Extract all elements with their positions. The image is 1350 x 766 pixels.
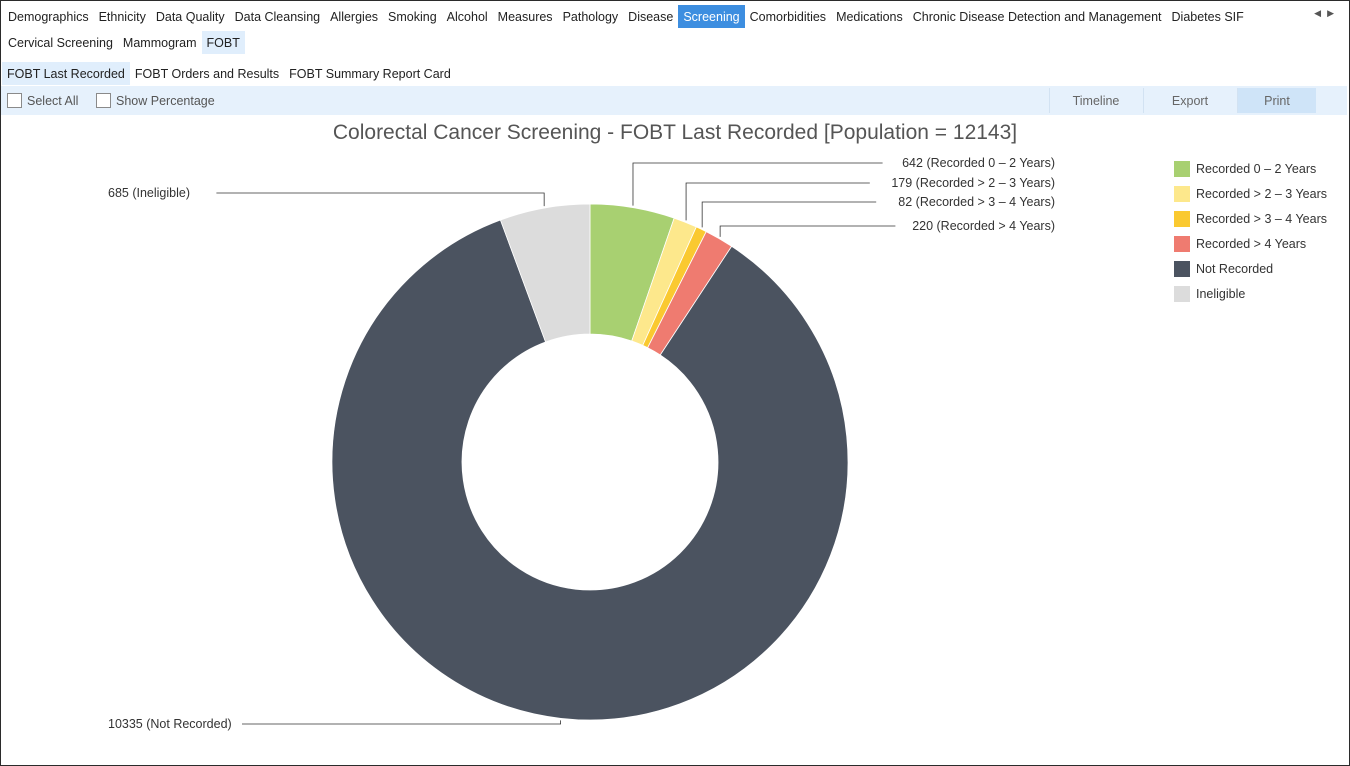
legend-item[interactable]: Recorded 0 – 2 Years [1174, 156, 1327, 181]
legend-label: Recorded 0 – 2 Years [1196, 161, 1317, 176]
legend-label: Recorded > 3 – 4 Years [1196, 211, 1327, 226]
legend-swatch [1174, 210, 1190, 227]
legend-item[interactable]: Recorded > 2 – 3 Years [1174, 181, 1327, 206]
legend-item[interactable]: Ineligible [1174, 281, 1327, 306]
data-label: 10335 (Not Recorded) [108, 717, 232, 731]
donut-chart: 642 (Recorded 0 – 2 Years) 179 (Recorded … [108, 156, 1055, 731]
legend-swatch [1174, 285, 1190, 302]
leader-line [216, 192, 545, 207]
chart-legend: Recorded 0 – 2 Years Recorded > 2 – 3 Yea… [1174, 156, 1327, 306]
legend-label: Recorded > 4 Years [1196, 236, 1307, 251]
legend-label: Recorded > 2 – 3 Years [1196, 186, 1327, 201]
legend-swatch [1174, 160, 1190, 177]
legend-swatch [1174, 235, 1190, 252]
data-label: 179 (Recorded > 2 – 3 Years) [891, 176, 1055, 190]
leader-line [632, 162, 883, 206]
leader-line [242, 720, 562, 725]
data-label: 220 (Recorded > 4 Years) [912, 219, 1055, 233]
leader-line [719, 225, 896, 237]
legend-item[interactable]: Recorded > 4 Years [1174, 231, 1327, 256]
leader-line [701, 201, 877, 228]
legend-swatch [1174, 185, 1190, 202]
legend-item[interactable]: Recorded > 3 – 4 Years [1174, 206, 1327, 231]
data-label: 642 (Recorded 0 – 2 Years) [902, 156, 1055, 170]
data-label: 82 (Recorded > 3 – 4 Years) [898, 195, 1055, 209]
legend-label: Not Recorded [1196, 261, 1274, 276]
data-label: 685 (Ineligible) [108, 186, 190, 200]
legend-item[interactable]: Not Recorded [1174, 256, 1327, 281]
legend-swatch [1174, 260, 1190, 277]
legend-label: Ineligible [1196, 286, 1246, 301]
